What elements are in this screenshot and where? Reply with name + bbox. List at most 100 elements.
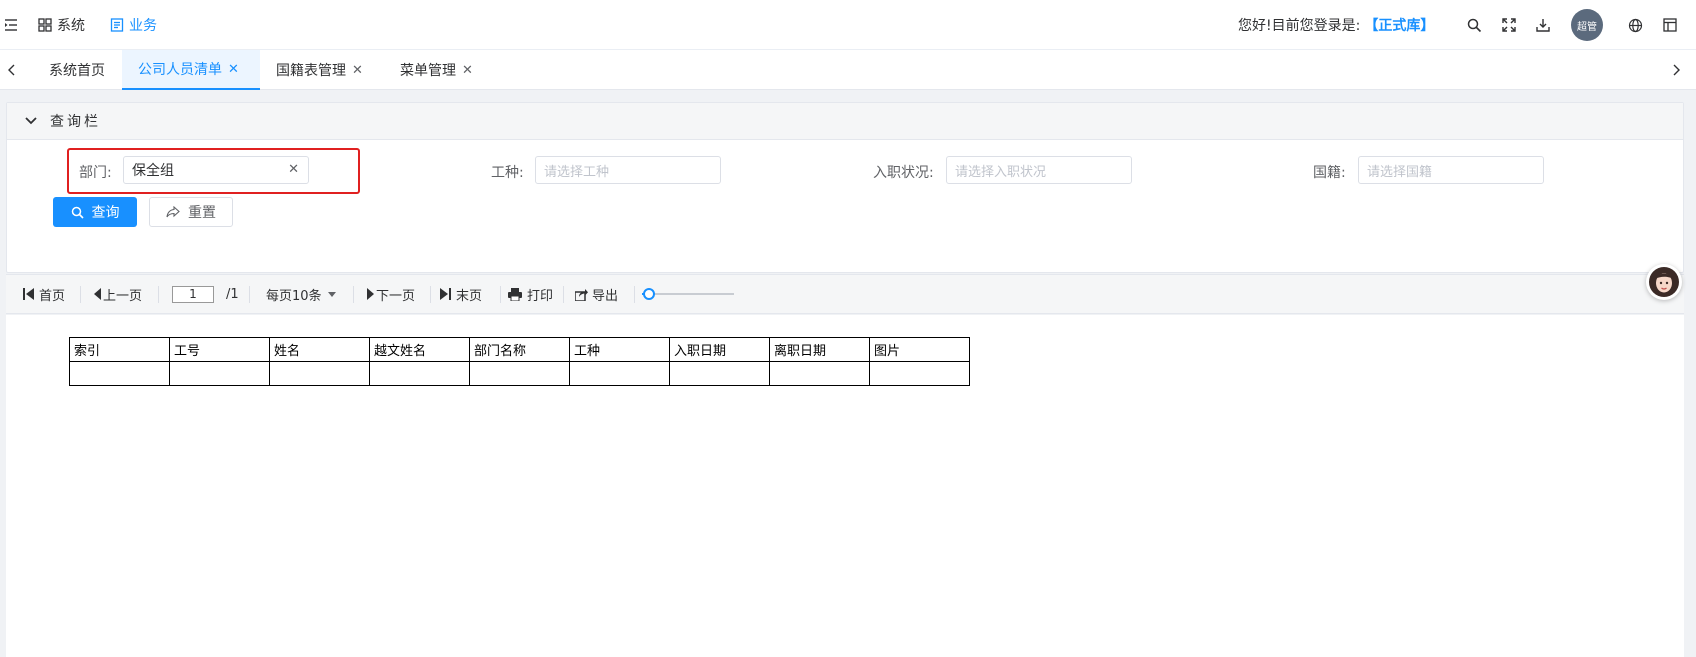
sidebar-toggle-icon[interactable] bbox=[4, 0, 18, 50]
share-icon bbox=[166, 206, 180, 218]
query-panel-header[interactable]: 查询栏 bbox=[7, 103, 1683, 140]
close-icon[interactable]: ✕ bbox=[462, 63, 473, 78]
query-button[interactable]: 查询 bbox=[53, 197, 137, 227]
tabs-scroll-right-icon[interactable] bbox=[1672, 50, 1688, 90]
tabs-bar: 系统首页 公司人员清单 ✕ 国籍表管理 ✕ 菜单管理 ✕ bbox=[0, 50, 1696, 90]
login-greeting: 您好!目前您登录是: 【正式库】 bbox=[1238, 0, 1434, 50]
nationality-label: 国籍: bbox=[1313, 165, 1346, 181]
column-header: 工号 bbox=[169, 337, 270, 362]
zoom-slider[interactable] bbox=[642, 288, 734, 300]
print-label: 打印 bbox=[527, 288, 554, 304]
tab-label: 菜单管理 bbox=[400, 63, 456, 79]
report-table: 索引 工号 姓名 越文姓名 部门名称 工种 入职日期 离职日期 图片 bbox=[69, 337, 970, 386]
main-content: 查询栏 部门: 保全组 ✕ 工种: 请选择工种 入职状况: 请选择入职状况 国籍… bbox=[0, 90, 1696, 657]
menu-business-label: 业务 bbox=[129, 18, 157, 34]
job-type-select[interactable]: 请选择工种 bbox=[535, 156, 721, 184]
report-toolbar: 首页 上一页 1 /1 每页10条 下一页 末页 打印 导出 bbox=[6, 274, 1684, 314]
department-label: 部门: bbox=[79, 165, 112, 181]
reset-button-label: 重置 bbox=[188, 205, 216, 221]
reset-button[interactable]: 重置 bbox=[149, 197, 233, 227]
table-cell bbox=[169, 361, 270, 386]
clear-icon[interactable]: ✕ bbox=[288, 162, 299, 177]
globe-icon[interactable] bbox=[1628, 0, 1643, 50]
column-header: 越文姓名 bbox=[369, 337, 470, 362]
menu-business[interactable]: 业务 bbox=[110, 0, 157, 50]
page-size-dropdown[interactable]: 每页10条 bbox=[266, 275, 336, 313]
column-header: 索引 bbox=[69, 337, 170, 362]
avatar[interactable]: 超管 bbox=[1571, 0, 1603, 50]
assistant-avatar-icon[interactable] bbox=[1646, 264, 1682, 300]
department-select[interactable]: 保全组 ✕ bbox=[123, 156, 309, 184]
avatar-label: 超管 bbox=[1571, 9, 1603, 41]
next-page-button[interactable]: 下一页 bbox=[367, 275, 415, 313]
print-button[interactable]: 打印 bbox=[508, 275, 553, 313]
menu-system-label: 系统 bbox=[57, 18, 85, 34]
page-number-input[interactable]: 1 bbox=[172, 285, 214, 303]
tab-label: 系统首页 bbox=[49, 63, 105, 79]
caret-down-icon bbox=[327, 291, 336, 297]
download-icon[interactable] bbox=[1536, 0, 1550, 50]
tab-label: 公司人员清单 bbox=[138, 62, 222, 78]
close-icon[interactable]: ✕ bbox=[228, 62, 239, 77]
first-page-icon bbox=[23, 288, 34, 300]
table-cell bbox=[569, 361, 670, 386]
last-page-button[interactable]: 末页 bbox=[440, 275, 482, 313]
first-page-button[interactable]: 首页 bbox=[23, 275, 65, 313]
page-input-group: 1 /1 bbox=[172, 275, 239, 313]
query-panel-title: 查询栏 bbox=[50, 114, 101, 130]
search-icon[interactable] bbox=[1467, 0, 1482, 50]
column-header: 入职日期 bbox=[669, 337, 770, 362]
employment-status-placeholder: 请选择入职状况 bbox=[955, 164, 1047, 180]
top-bar: 系统 业务 您好!目前您登录是: 【正式库】 超管 bbox=[0, 0, 1696, 50]
last-page-icon bbox=[440, 288, 451, 300]
export-icon bbox=[575, 288, 588, 301]
tab-menu-management[interactable]: 菜单管理 ✕ bbox=[400, 50, 473, 90]
export-button[interactable]: 导出 bbox=[575, 275, 618, 313]
page-size-label: 每页10条 bbox=[266, 288, 322, 304]
tab-system-home[interactable]: 系统首页 bbox=[49, 50, 105, 90]
table-cell bbox=[869, 361, 970, 386]
table-cell bbox=[669, 361, 770, 386]
document-icon bbox=[110, 18, 124, 32]
printer-icon bbox=[508, 287, 522, 301]
menu-system[interactable]: 系统 bbox=[38, 0, 85, 50]
tab-label: 国籍表管理 bbox=[276, 63, 346, 79]
table-cell bbox=[69, 361, 170, 386]
grid-icon bbox=[38, 18, 52, 32]
tabs-scroll-left-icon[interactable] bbox=[8, 50, 24, 90]
column-header: 姓名 bbox=[269, 337, 370, 362]
table-row bbox=[69, 361, 970, 386]
next-page-label: 下一页 bbox=[376, 288, 416, 304]
prev-page-button[interactable]: 上一页 bbox=[94, 275, 142, 313]
search-icon bbox=[71, 206, 84, 219]
table-cell bbox=[469, 361, 570, 386]
close-icon[interactable]: ✕ bbox=[352, 63, 363, 78]
table-cell bbox=[269, 361, 370, 386]
db-name: 【正式库】 bbox=[1364, 18, 1435, 34]
prev-page-label: 上一页 bbox=[103, 288, 143, 304]
column-header: 工种 bbox=[569, 337, 670, 362]
report-area: 索引 工号 姓名 越文姓名 部门名称 工种 入职日期 离职日期 图片 bbox=[6, 315, 1684, 657]
tab-staff-list[interactable]: 公司人员清单 ✕ bbox=[122, 50, 260, 90]
nationality-placeholder: 请选择国籍 bbox=[1367, 164, 1433, 180]
table-cell bbox=[769, 361, 870, 386]
zoom-slider-handle[interactable] bbox=[643, 288, 656, 300]
table-header-row: 索引 工号 姓名 越文姓名 部门名称 工种 入职日期 离职日期 图片 bbox=[69, 337, 970, 362]
column-header: 图片 bbox=[869, 337, 970, 362]
tab-nationality-management[interactable]: 国籍表管理 ✕ bbox=[276, 50, 363, 90]
employment-status-select[interactable]: 请选择入职状况 bbox=[946, 156, 1132, 184]
total-pages: /1 bbox=[226, 286, 239, 302]
fullscreen-icon[interactable] bbox=[1502, 0, 1516, 50]
job-type-label: 工种: bbox=[491, 165, 524, 181]
department-value: 保全组 bbox=[132, 163, 174, 179]
nationality-select[interactable]: 请选择国籍 bbox=[1358, 156, 1544, 184]
first-page-label: 首页 bbox=[39, 288, 66, 304]
prev-page-icon bbox=[94, 288, 101, 300]
employment-status-label: 入职状况: bbox=[873, 165, 934, 181]
job-type-placeholder: 请选择工种 bbox=[544, 164, 610, 180]
layout-icon[interactable] bbox=[1663, 0, 1677, 50]
query-button-label: 查询 bbox=[91, 205, 120, 221]
chevron-down-icon[interactable] bbox=[25, 117, 37, 125]
column-header: 离职日期 bbox=[769, 337, 870, 362]
table-cell bbox=[369, 361, 470, 386]
